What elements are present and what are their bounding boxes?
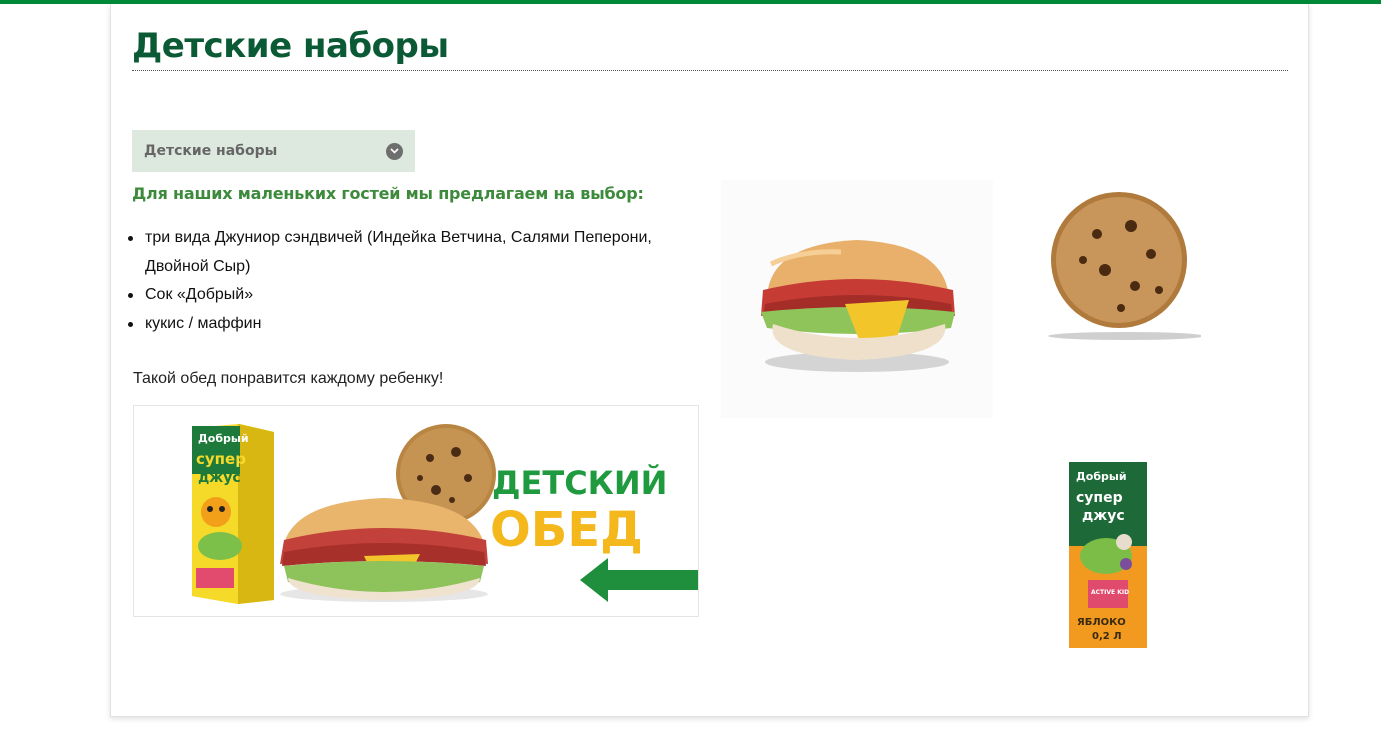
content-card: Детские наборы Детские наборы Для наших … <box>110 4 1309 717</box>
banner-juice-brand: Добрый <box>198 432 249 445</box>
arrow-left-icon <box>580 558 698 602</box>
banner-juice-name-2: джус <box>198 470 241 486</box>
list-item: три вида Джуниор сэндвичей (Индейка Ветч… <box>128 224 705 281</box>
dropdown-selected-label: Детские наборы <box>144 143 278 159</box>
cookie-product-image <box>1031 190 1201 340</box>
banner-title-line1: ДЕТСКИЙ <box>492 464 667 502</box>
list-item: кукис / маффин <box>128 310 705 339</box>
sandwich-image <box>280 498 488 602</box>
offer-subheading: Для наших маленьких гостей мы предлагаем… <box>132 184 644 203</box>
juice-volume: 0,2 Л <box>1092 631 1122 642</box>
list-item: Сок «Добрый» <box>128 281 705 310</box>
promo-note: Такой обед понравится каждому ребенку! <box>133 370 444 387</box>
category-dropdown[interactable]: Детские наборы <box>132 130 415 172</box>
banner-juice-name: супер <box>196 450 246 468</box>
set-contents-list: три вида Джуниор сэндвичей (Индейка Ветч… <box>128 224 705 339</box>
juice-name-2: джус <box>1082 508 1125 524</box>
page-title: Детские наборы <box>132 26 449 66</box>
juice-flavor: ЯБЛОКО <box>1077 617 1126 628</box>
sandwich-product-image <box>721 180 993 418</box>
juice-name-1: супер <box>1076 490 1123 506</box>
juice-badge: ACTIVE KID <box>1091 589 1129 596</box>
banner-title-line2: ОБЕД <box>490 502 643 558</box>
juice-brand: Добрый <box>1076 470 1127 483</box>
title-divider <box>132 70 1288 71</box>
chevron-down-icon <box>386 142 403 160</box>
kids-lunch-banner: Добрый супер джус ДЕТСКИЙ ОБЕД <box>133 405 699 617</box>
juice-box-image: Добрый супер джус <box>192 424 274 604</box>
juice-product-image: Добрый супер джус ACTIVE KID ЯБЛОКО 0,2 … <box>1066 458 1151 650</box>
